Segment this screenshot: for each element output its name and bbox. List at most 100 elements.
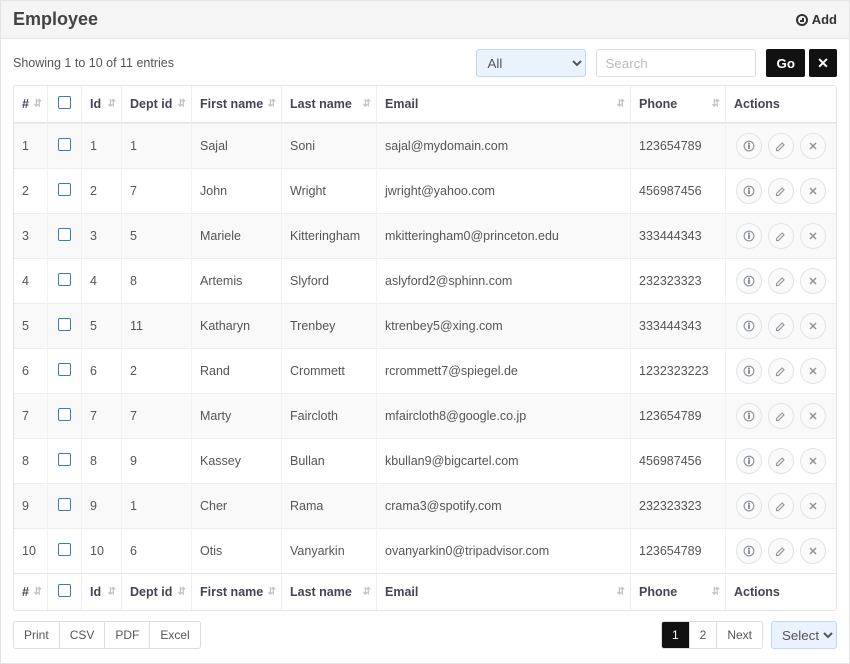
edit-icon[interactable] [768, 493, 794, 519]
cell-last: Crommett [282, 348, 377, 393]
pdf-button[interactable]: PDF [105, 622, 150, 648]
delete-icon[interactable] [800, 223, 826, 249]
search-input[interactable] [596, 49, 756, 77]
table-row: 662RandCrommettrcrommett7@spiegel.de1232… [14, 348, 836, 393]
cell-dept: 9 [122, 438, 192, 483]
cell-dept: 8 [122, 258, 192, 303]
cell-last: Rama [282, 483, 377, 528]
delete-icon[interactable] [800, 493, 826, 519]
cell-last: Kitteringham [282, 213, 377, 258]
footcol-email[interactable]: Email [377, 573, 631, 610]
footcol-dept-id[interactable]: Dept id [122, 573, 192, 610]
table-head-row: # Id Dept id First name Last name Email … [14, 86, 836, 123]
cell-phone: 123654789 [631, 528, 726, 573]
cell-id: 3 [82, 213, 122, 258]
edit-icon[interactable] [768, 358, 794, 384]
col-phone[interactable]: Phone [631, 86, 726, 123]
clear-button[interactable]: ✕ [809, 49, 837, 77]
cell-actions [726, 393, 836, 438]
info-icon[interactable] [736, 223, 762, 249]
print-button[interactable]: Print [14, 622, 60, 648]
info-icon[interactable] [736, 268, 762, 294]
footcol-first-name[interactable]: First name [192, 573, 282, 610]
delete-icon[interactable] [800, 448, 826, 474]
row-checkbox[interactable] [58, 138, 71, 151]
go-button[interactable]: Go [766, 49, 805, 77]
col-last-name[interactable]: Last name [282, 86, 377, 123]
edit-icon[interactable] [768, 178, 794, 204]
footcol-rownum[interactable]: # [14, 573, 48, 610]
info-icon[interactable] [736, 448, 762, 474]
cell-email: rcrommett7@spiegel.de [377, 348, 631, 393]
page-button[interactable]: 2 [690, 622, 718, 648]
cell-last: Bullan [282, 438, 377, 483]
info-icon[interactable] [736, 133, 762, 159]
export-group: Print CSV PDF Excel [13, 621, 201, 649]
edit-icon[interactable] [768, 268, 794, 294]
cell-first: Rand [192, 348, 282, 393]
cell-actions [726, 348, 836, 393]
col-dept-id[interactable]: Dept id [122, 86, 192, 123]
info-icon[interactable] [736, 403, 762, 429]
cell-id: 7 [82, 393, 122, 438]
col-first-name[interactable]: First name [192, 86, 282, 123]
row-checkbox[interactable] [58, 543, 71, 556]
row-checkbox[interactable] [58, 183, 71, 196]
select-all-checkbox[interactable] [58, 96, 71, 109]
cell-phone: 456987456 [631, 168, 726, 213]
info-icon[interactable] [736, 358, 762, 384]
info-icon[interactable] [736, 178, 762, 204]
delete-icon[interactable] [800, 403, 826, 429]
row-checkbox[interactable] [58, 273, 71, 286]
add-label: Add [812, 12, 837, 27]
footcol-id[interactable]: Id [82, 573, 122, 610]
delete-icon[interactable] [800, 178, 826, 204]
row-checkbox[interactable] [58, 318, 71, 331]
row-checkbox[interactable] [58, 408, 71, 421]
next-button[interactable]: Next [717, 622, 762, 648]
row-checkbox[interactable] [58, 498, 71, 511]
table-row: 5511KatharynTrenbeyktrenbey5@xing.com333… [14, 303, 836, 348]
edit-icon[interactable] [768, 448, 794, 474]
info-icon[interactable] [736, 313, 762, 339]
perpage-select[interactable]: Select [771, 621, 837, 649]
row-checkbox[interactable] [58, 363, 71, 376]
cell-email: kbullan9@bigcartel.com [377, 438, 631, 483]
page-title: Employee [13, 9, 98, 30]
cell-email: aslyford2@sphinn.com [377, 258, 631, 303]
page-button[interactable]: 1 [662, 622, 690, 648]
cell-email: mfaircloth8@google.co.jp [377, 393, 631, 438]
edit-icon[interactable] [768, 538, 794, 564]
footcol-last-name[interactable]: Last name [282, 573, 377, 610]
excel-button[interactable]: Excel [150, 622, 199, 648]
info-icon[interactable] [736, 538, 762, 564]
delete-icon[interactable] [800, 268, 826, 294]
row-checkbox[interactable] [58, 453, 71, 466]
edit-icon[interactable] [768, 223, 794, 249]
info-icon[interactable] [736, 493, 762, 519]
cell-email: sajal@mydomain.com [377, 123, 631, 168]
delete-icon[interactable] [800, 358, 826, 384]
col-rownum[interactable]: # [14, 86, 48, 123]
add-button[interactable]: Add [796, 12, 837, 27]
cell-first: Kassey [192, 438, 282, 483]
select-all-checkbox-foot[interactable] [58, 584, 71, 597]
cell-email: jwright@yahoo.com [377, 168, 631, 213]
cell-last: Slyford [282, 258, 377, 303]
cell-actions [726, 438, 836, 483]
delete-icon[interactable] [800, 313, 826, 339]
delete-icon[interactable] [800, 538, 826, 564]
edit-icon[interactable] [768, 133, 794, 159]
row-checkbox[interactable] [58, 228, 71, 241]
csv-button[interactable]: CSV [60, 622, 106, 648]
edit-icon[interactable] [768, 313, 794, 339]
edit-icon[interactable] [768, 403, 794, 429]
cell-actions [726, 213, 836, 258]
cell-first: John [192, 168, 282, 213]
footcol-phone[interactable]: Phone [631, 573, 726, 610]
col-email[interactable]: Email [377, 86, 631, 123]
cell-phone: 232323323 [631, 258, 726, 303]
col-id[interactable]: Id [82, 86, 122, 123]
delete-icon[interactable] [800, 133, 826, 159]
filter-select[interactable]: All [476, 49, 586, 77]
